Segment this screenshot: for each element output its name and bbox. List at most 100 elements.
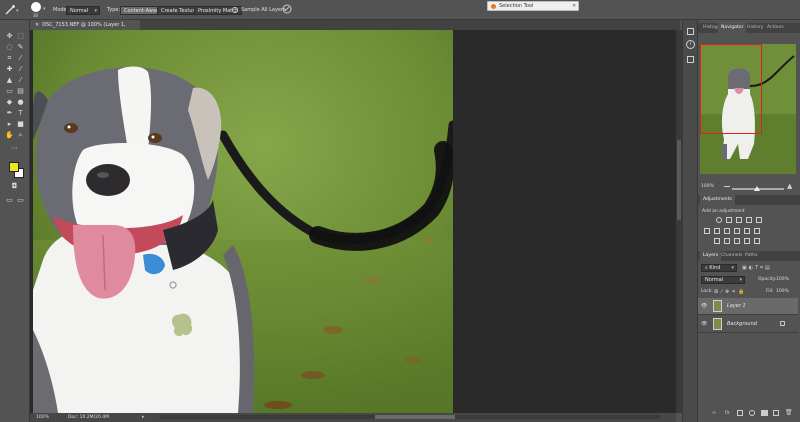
visibility-eye-icon[interactable]: 👁 — [701, 321, 707, 327]
channel-mixer-icon[interactable] — [744, 228, 750, 234]
curves-icon[interactable] — [736, 217, 742, 223]
gradient-tool-icon[interactable]: ▤ — [16, 87, 25, 96]
layer-row[interactable]: 👁 Layer 1 — [698, 298, 798, 315]
horizontal-scrollbar[interactable] — [160, 415, 660, 419]
opacity-value[interactable]: 100% — [776, 277, 789, 282]
layer-mask-icon[interactable] — [737, 410, 743, 416]
healing-brush-icon[interactable] — [4, 4, 16, 16]
screen-mode-icon[interactable]: ▭ — [5, 196, 14, 205]
posterize-icon[interactable] — [724, 238, 730, 244]
pressure-icon[interactable] — [282, 4, 292, 14]
blur-tool-icon[interactable]: ◆ — [5, 98, 14, 107]
navigator-thumbnail[interactable] — [700, 44, 796, 174]
new-layer-icon[interactable] — [773, 410, 779, 416]
crop-tool-icon[interactable]: ⌗ — [5, 54, 14, 63]
info-panel-icon[interactable]: i — [686, 40, 695, 49]
layer-row[interactable]: 👁 Background — [698, 316, 798, 333]
clone-stamp-tool-icon[interactable]: ▲ — [5, 76, 14, 85]
move-tool-icon[interactable]: ✥ — [5, 32, 14, 41]
tab-actions[interactable]: Actions — [764, 23, 787, 33]
document-tab-bar: ✕DSC_7153.NEF @ 100% (Layer 1, RGB/8) * — [30, 20, 680, 38]
fill-value[interactable]: 100% — [776, 289, 789, 294]
photo-filter-icon[interactable] — [734, 228, 740, 234]
pen-tool-icon[interactable]: ✒ — [5, 109, 14, 118]
vibrance-icon[interactable] — [756, 217, 762, 223]
adjustment-layer-icon[interactable] — [749, 410, 755, 416]
navigator-zoom-out-icon[interactable] — [724, 184, 730, 187]
tab-navigator[interactable]: Navigator — [718, 23, 747, 33]
brush-dropdown-icon[interactable]: ▾ — [43, 6, 46, 12]
navigator-slider-thumb[interactable] — [754, 186, 760, 191]
levels-icon[interactable] — [726, 217, 732, 223]
layer-style-icon[interactable]: fx — [725, 410, 730, 416]
quick-select-tool-icon[interactable]: ✎ — [16, 43, 25, 52]
exposure-icon[interactable] — [746, 217, 752, 223]
tab-paths[interactable]: Paths — [742, 251, 761, 261]
tab-history[interactable]: History — [744, 23, 766, 33]
tab-close-icon[interactable]: ✕ — [35, 22, 39, 28]
gradient-map-icon[interactable] — [754, 238, 760, 244]
tools-panel: ✥ ⬚ ◌ ✎ ⌗ ⁄ ✚ ⁄ ▲ ⁄ ▭ ▤ ◆ ● ✒ T ▸ ■ ✋ ⌕ … — [0, 20, 30, 422]
document-tab[interactable]: ✕DSC_7153.NEF @ 100% (Layer 1, RGB/8) * — [30, 20, 140, 38]
visibility-eye-icon[interactable]: 👁 — [701, 303, 707, 309]
zoom-level[interactable]: 100% — [36, 414, 49, 421]
tab-adjustments[interactable]: Adjustments — [700, 195, 735, 205]
layer-name[interactable]: Layer 1 — [727, 303, 746, 310]
dodge-tool-icon[interactable]: ● — [16, 98, 25, 107]
path-select-tool-icon[interactable]: ▸ — [5, 120, 14, 129]
layer-filter-icons[interactable]: ▣◐T⌗▤ — [742, 265, 772, 271]
h-scroll-thumb[interactable] — [375, 415, 455, 419]
opacity-label: Opacity: — [758, 277, 777, 282]
doc-size[interactable]: Doc: 10.2M/20.4M — [68, 414, 109, 421]
eraser-tool-icon[interactable]: ▭ — [5, 87, 14, 96]
hsl-icon[interactable] — [704, 228, 710, 234]
properties-panel-icon[interactable] — [687, 56, 694, 63]
healing-tool-icon[interactable]: ✚ — [5, 65, 14, 74]
navigator-zoom[interactable]: 100% — [701, 184, 714, 189]
histogram-panel-icon[interactable] — [687, 28, 694, 35]
lasso-tool-icon[interactable]: ◌ — [5, 43, 14, 52]
scroll-thumb[interactable] — [677, 140, 681, 220]
add-adjustment-label: Add an adjustment — [702, 209, 745, 214]
brush-size-label: 30 — [33, 13, 39, 18]
marquee-tool-icon[interactable]: ⬚ — [16, 32, 25, 41]
tool-preset-dropdown-icon[interactable]: ▾ — [16, 8, 19, 14]
navigator-view-box[interactable] — [700, 44, 762, 134]
brush-tool-icon[interactable]: ⁄ — [16, 65, 25, 74]
type-tool-icon[interactable]: T — [16, 109, 25, 118]
lock-icons[interactable]: ⊠⁄✥⌗🔒 — [714, 289, 747, 295]
layer-name[interactable]: Background — [727, 321, 757, 328]
color-lookup-icon[interactable] — [754, 228, 760, 234]
selection-tool-window[interactable]: Selection Tool ✕ — [487, 1, 579, 11]
link-layers-icon[interactable]: ∞ — [712, 410, 716, 416]
zoom-tool-icon[interactable]: ⌕ — [16, 131, 25, 140]
more-tools-icon[interactable]: ⋯ — [10, 144, 19, 153]
selective-color-icon[interactable] — [744, 238, 750, 244]
threshold-icon[interactable] — [734, 238, 740, 244]
foreground-color-swatch[interactable] — [9, 162, 19, 172]
new-group-icon[interactable] — [761, 410, 768, 416]
color-balance-icon[interactable] — [714, 228, 720, 234]
hand-tool-icon[interactable]: ✋ — [5, 131, 14, 140]
status-arrow-icon[interactable]: ▸ — [142, 414, 145, 420]
invert-icon[interactable] — [714, 238, 720, 244]
blend-mode-select[interactable]: Normal — [701, 276, 745, 284]
delete-layer-icon[interactable]: 🗑 — [785, 409, 793, 416]
photo-image[interactable] — [33, 30, 453, 413]
document-canvas[interactable] — [30, 30, 676, 413]
black-white-icon[interactable] — [724, 228, 730, 234]
navigator-zoom-slider[interactable] — [732, 186, 784, 191]
brightness-contrast-icon[interactable] — [716, 217, 722, 223]
screen-mode-alt-icon[interactable]: ▭ — [16, 196, 25, 205]
quick-mask-icon[interactable]: ◘ — [10, 182, 19, 191]
sample-all-layers-checkbox[interactable] — [232, 7, 238, 13]
eyedropper-tool-icon[interactable]: ⁄ — [16, 54, 25, 63]
navigator-zoom-in-icon[interactable]: ▲ — [787, 182, 792, 190]
close-icon[interactable]: ✕ — [572, 3, 576, 10]
brush-preview[interactable] — [31, 2, 41, 12]
history-brush-tool-icon[interactable]: ⁄ — [16, 76, 25, 85]
mode-select[interactable]: Normal — [66, 6, 100, 15]
layer-filter-select[interactable]: ⌕ Kind — [701, 264, 737, 272]
shape-tool-icon[interactable]: ■ — [16, 120, 25, 129]
fill-label: Fill: — [766, 289, 774, 294]
